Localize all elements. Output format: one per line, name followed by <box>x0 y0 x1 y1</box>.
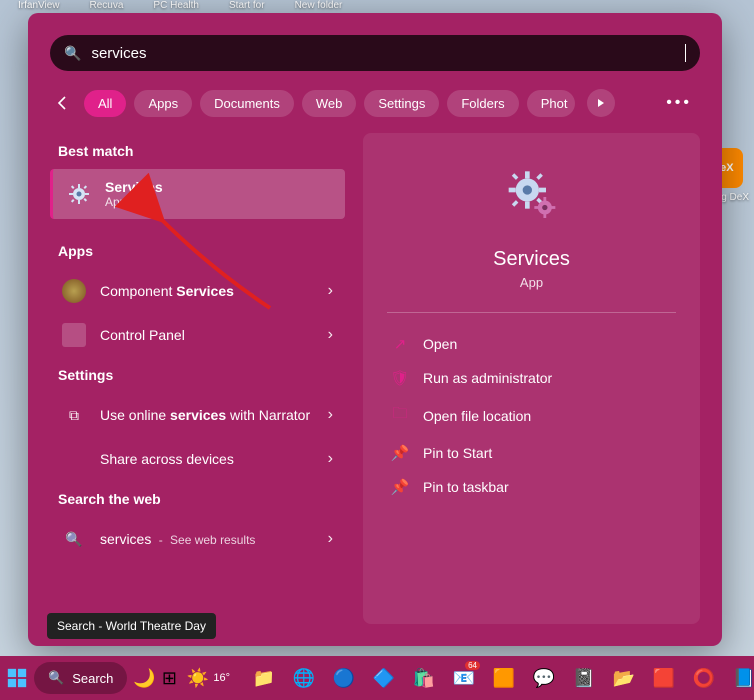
folder-icon: 🗀 <box>391 403 409 428</box>
results-column: Best match Services App Apps Component S… <box>50 133 345 624</box>
app-icon[interactable]: 🔷 <box>366 663 402 693</box>
chevron-right-icon: › <box>328 326 333 344</box>
web-item-services[interactable]: 🔍 services - See web results › <box>50 517 345 561</box>
apps-header: Apps <box>58 243 345 259</box>
back-button[interactable] <box>50 90 76 116</box>
chevron-right-icon: › <box>328 450 333 468</box>
control-panel-icon <box>62 323 86 347</box>
app-icon[interactable]: 🟥 <box>646 663 682 693</box>
pin-icon: 📌 <box>391 478 409 496</box>
start-search-panel: 🔍 All Apps Documents Web Settings Folder… <box>28 13 722 646</box>
tab-documents[interactable]: Documents <box>200 90 294 117</box>
search-bar[interactable]: 🔍 <box>50 35 700 71</box>
open-icon: ↗ <box>391 335 409 353</box>
tab-all[interactable]: All <box>84 90 126 117</box>
best-match-title: Services <box>105 179 163 195</box>
detail-subtitle: App <box>387 275 676 290</box>
store-icon[interactable]: 🛍️ <box>406 663 442 693</box>
filter-tabs: All Apps Documents Web Settings Folders … <box>28 71 722 133</box>
start-button[interactable] <box>6 660 28 696</box>
detail-title: Services <box>387 248 676 271</box>
setting-item-online-services[interactable]: ⧉ Use online services with Narrator › <box>50 393 345 437</box>
divider <box>387 312 676 313</box>
best-match-subtitle: App <box>105 195 163 209</box>
app-icon[interactable]: ⭕ <box>686 663 722 693</box>
web-header: Search the web <box>58 491 345 507</box>
search-input[interactable] <box>91 45 685 62</box>
search-icon: 🔍 <box>48 670 64 686</box>
taskbar: 🔍 Search 🌙 ⊞ ☀️16° 📁 🌐 🔵 🔷 🛍️ 📧64 🟧 💬 📓 … <box>0 656 754 700</box>
detail-pane: Services App ↗Open 🛡Run as administrator… <box>363 133 700 624</box>
search-tooltip: Search - World Theatre Day <box>47 613 216 639</box>
scroll-right-button[interactable] <box>587 89 615 117</box>
app-icon[interactable]: 🟧 <box>486 663 522 693</box>
search-icon: 🔍 <box>64 45 81 62</box>
tab-photos[interactable]: Phot <box>527 90 576 117</box>
settings-header: Settings <box>58 367 345 383</box>
tab-settings[interactable]: Settings <box>364 90 439 117</box>
chrome-icon[interactable]: 🔵 <box>326 663 362 693</box>
app-item-component-services[interactable]: Component Services › <box>50 269 345 313</box>
taskbar-weather[interactable]: ☀️16° <box>187 668 230 689</box>
best-match-item[interactable]: Services App <box>50 169 345 219</box>
onenote-icon[interactable]: 📓 <box>566 663 602 693</box>
tab-web[interactable]: Web <box>302 90 357 117</box>
text-cursor <box>685 44 686 62</box>
gear-icon <box>504 169 560 230</box>
action-pin-start[interactable]: 📌Pin to Start <box>387 436 676 470</box>
whatsapp-icon[interactable]: 💬 <box>526 663 562 693</box>
task-view-icon[interactable]: ⊞ <box>162 663 177 693</box>
best-match-header: Best match <box>58 143 345 159</box>
admin-icon: 🛡 <box>391 369 409 387</box>
action-pin-taskbar[interactable]: 📌Pin to taskbar <box>387 470 676 504</box>
action-run-admin[interactable]: 🛡Run as administrator <box>387 361 676 395</box>
chevron-right-icon: › <box>328 282 333 300</box>
file-explorer-icon[interactable]: 📁 <box>246 663 282 693</box>
app-item-control-panel[interactable]: Control Panel › <box>50 313 345 357</box>
tab-folders[interactable]: Folders <box>447 90 518 117</box>
screen-icon: ⧉ <box>62 403 86 427</box>
edge-icon[interactable]: 🌐 <box>286 663 322 693</box>
taskbar-search[interactable]: 🔍 Search <box>34 662 127 694</box>
component-icon <box>62 279 86 303</box>
mail-icon[interactable]: 📧64 <box>446 663 482 693</box>
action-open-location[interactable]: 🗀Open file location <box>387 395 676 436</box>
blank-icon <box>62 447 86 471</box>
search-icon: 🔍 <box>62 527 86 551</box>
taskbar-widget[interactable]: 🌙 <box>133 663 155 693</box>
more-button[interactable]: ••• <box>658 94 700 112</box>
chevron-right-icon: › <box>328 406 333 424</box>
setting-item-share-devices[interactable]: Share across devices › <box>50 437 345 481</box>
tab-apps[interactable]: Apps <box>134 90 192 117</box>
explorer-icon[interactable]: 📂 <box>606 663 642 693</box>
word-icon[interactable]: 📘 <box>726 663 754 693</box>
pin-icon: 📌 <box>391 444 409 462</box>
gear-icon <box>65 180 93 208</box>
action-open[interactable]: ↗Open <box>387 327 676 361</box>
chevron-right-icon: › <box>328 530 333 548</box>
